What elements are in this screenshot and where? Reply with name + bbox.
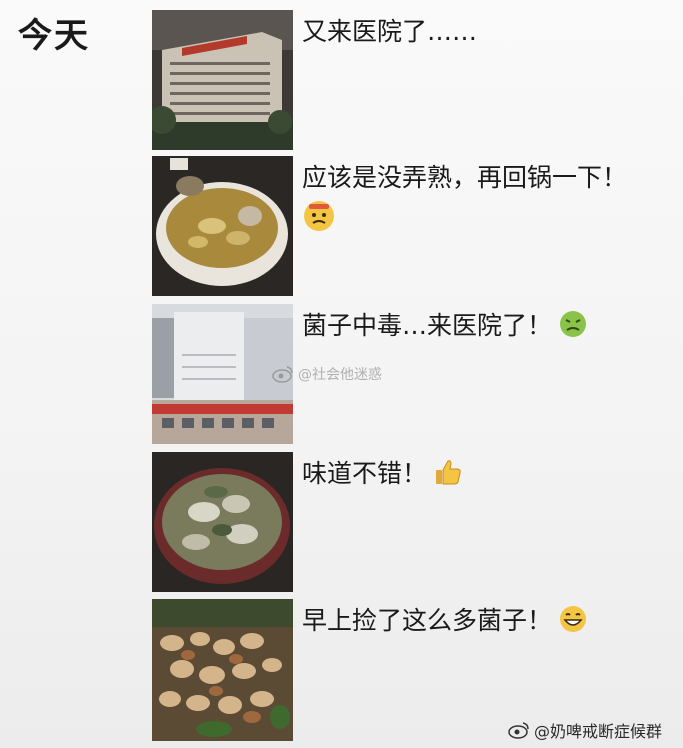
- meme-page: 今天 又来医院了…… 应该是没弄熟，再回锅一下！ 菌子中毒…来医院了！ @社会他…: [0, 0, 683, 748]
- weibo-watermark: @社会他迷惑: [272, 364, 382, 384]
- entry-caption: 应该是没弄熟，再回锅一下！: [302, 158, 627, 194]
- caption-text: 菌子中毒…来医院了！: [302, 311, 553, 340]
- day-label: 今天: [18, 16, 90, 56]
- wild-mushrooms-on-ground-photo: [152, 599, 293, 741]
- entry-caption: 味道不错！: [302, 454, 463, 490]
- timeline-entry: 味道不错！: [152, 452, 672, 592]
- caption-text: 早上捡了这么多菌子！: [302, 606, 553, 635]
- timeline-entry: 菌子中毒…来医院了！: [152, 304, 672, 444]
- grinning-face-emoji: [560, 606, 587, 632]
- weibo-watermark: @奶啤戒断症候群: [508, 718, 662, 742]
- caption-text: 又来医院了……: [302, 17, 478, 46]
- weibo-icon: [272, 366, 293, 383]
- timeline-entry: 应该是没弄熟，再回锅一下！: [152, 156, 672, 296]
- hospital-building-night-photo: [152, 10, 293, 150]
- entry-caption: 菌子中毒…来医院了！: [302, 306, 588, 342]
- weibo-icon: [508, 722, 529, 739]
- mushroom-soup-pot-photo: [152, 156, 293, 296]
- nervous-face-emoji: [304, 201, 334, 231]
- caption-text: 味道不错！: [302, 459, 428, 488]
- thumbs-up-emoji: [436, 460, 461, 485]
- entry-caption: 又来医院了……: [302, 12, 477, 48]
- watermark-text: @奶啤戒断症候群: [534, 722, 663, 741]
- mushroom-stew-pot-photo: [152, 452, 293, 592]
- watermark-text: @社会他迷惑: [298, 367, 382, 383]
- nauseated-face-emoji: [560, 311, 587, 337]
- timeline-entry: 又来医院了……: [152, 10, 672, 150]
- entry-caption: 早上捡了这么多菌子！: [302, 601, 588, 637]
- caption-text: 应该是没弄熟，再回锅一下！: [302, 163, 628, 192]
